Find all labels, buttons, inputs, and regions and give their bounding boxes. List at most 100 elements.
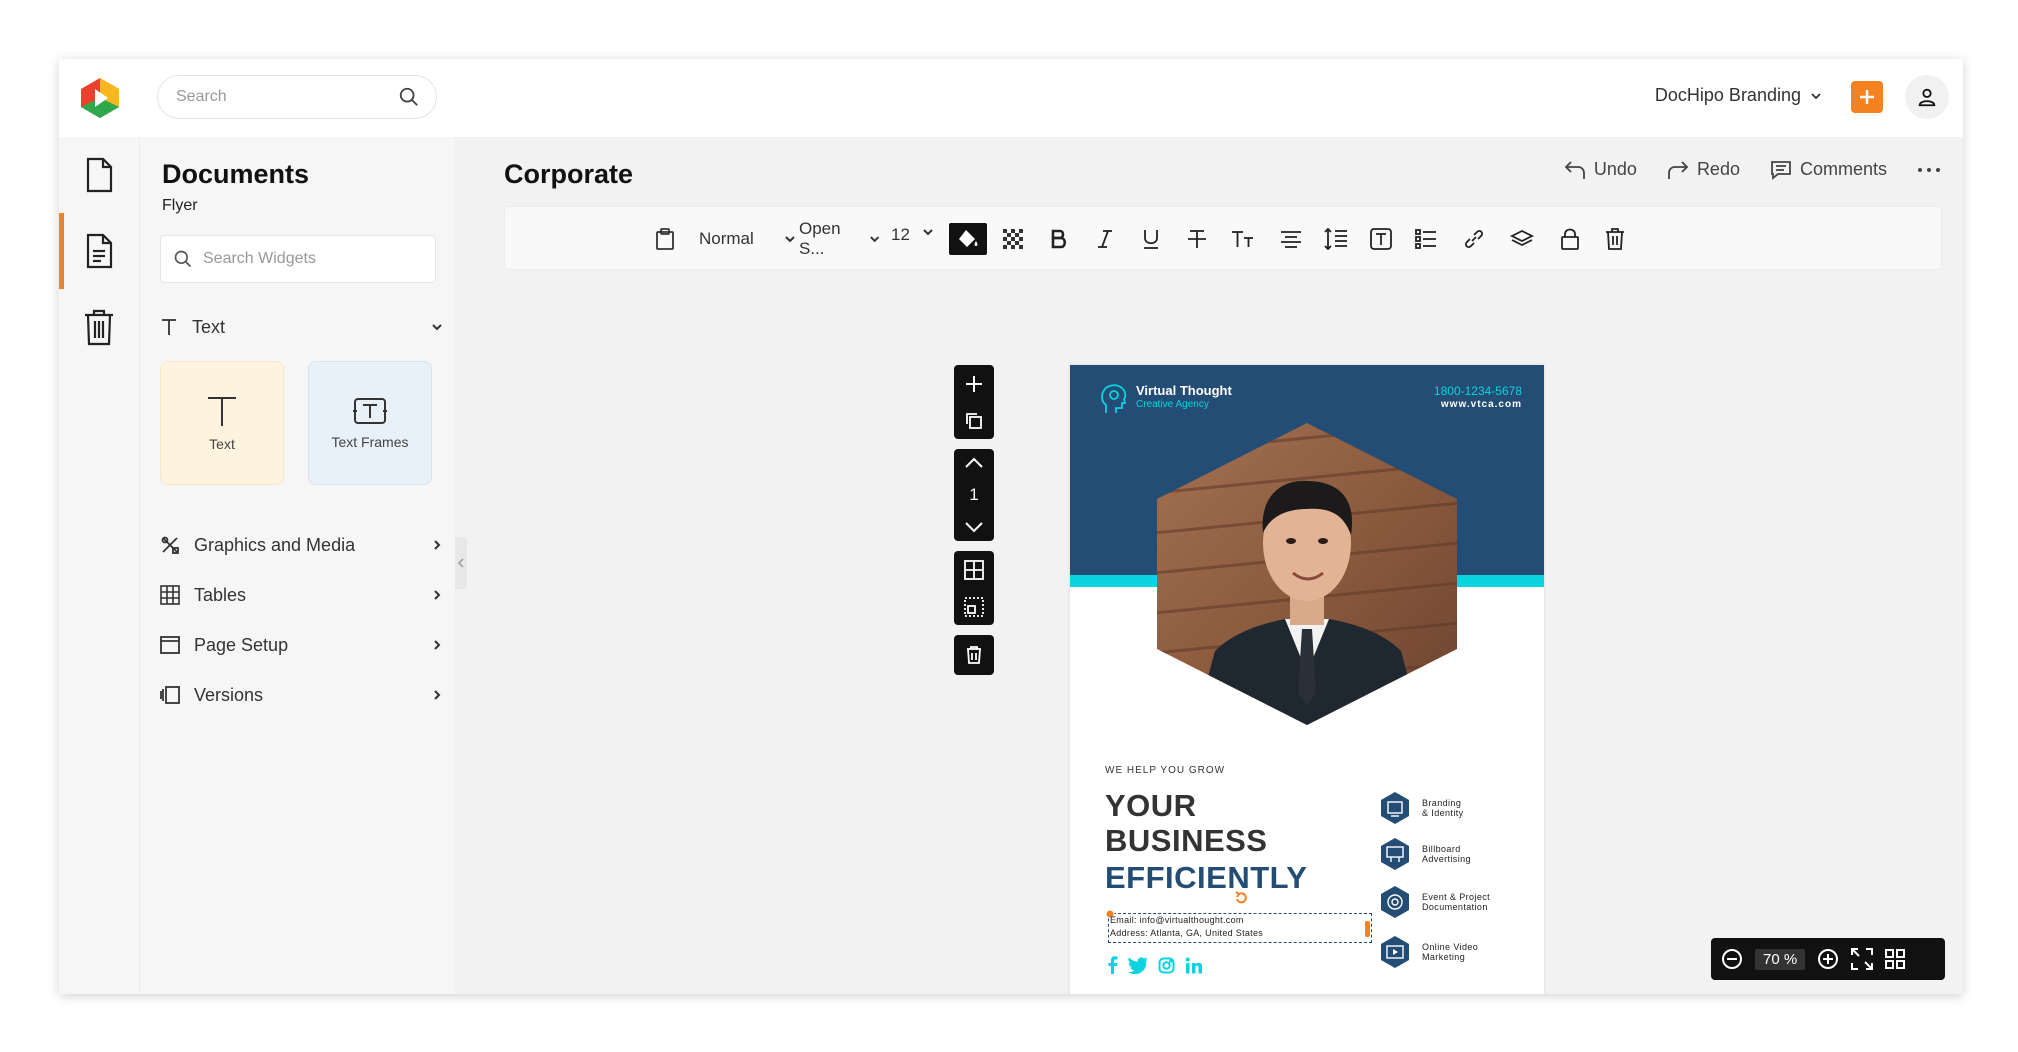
italic-button[interactable] [1089,223,1121,255]
add-page-icon[interactable] [964,374,984,394]
widget-search-input[interactable] [203,250,423,268]
rail-new-document[interactable] [59,137,139,213]
transparency-button[interactable] [997,223,1029,255]
sidebar-section-label: Graphics and Media [194,534,356,555]
line-height-button[interactable] [1320,223,1352,255]
sidebar-section-tables[interactable]: Tables [160,579,444,611]
chevron-down-icon[interactable] [964,521,984,533]
twitter-icon[interactable] [1128,956,1148,974]
chevron-down-icon [869,236,879,243]
flyer-address[interactable]: Address: Atlanta, GA, United States [1110,928,1263,938]
paragraph-style-select[interactable]: Normal [693,223,803,255]
lock-button[interactable] [1554,223,1586,255]
flyer-page[interactable]: Virtual Thought Creative Agency 1800-123… [1070,365,1544,994]
more-options-button[interactable] [1917,167,1941,173]
flyer-kicker[interactable]: WE HELP YOU GROW [1105,765,1225,776]
rotate-handle-icon[interactable] [1234,891,1248,905]
service-line2: Advertising [1422,854,1471,864]
widget-text-frames[interactable]: Text Frames [308,361,432,485]
text-case-button[interactable] [1227,223,1259,255]
fullscreen-icon[interactable] [1851,948,1874,970]
businessman-photo[interactable] [1155,423,1459,725]
bold-icon [1051,229,1067,249]
page-layout-group [954,551,994,625]
zoom-in-icon[interactable] [1817,948,1839,970]
bold-button[interactable] [1043,223,1075,255]
grid-icon[interactable] [964,559,984,580]
flyer-service-billboard[interactable]: Billboard Advertising [1378,837,1528,871]
global-search-input[interactable] [176,88,398,106]
zoom-out-icon[interactable] [1721,948,1743,970]
text-icon [162,319,176,335]
rail-documents[interactable] [59,213,139,289]
flyer-headline-line2[interactable]: BUSINESS [1105,824,1267,858]
chevron-right-icon [434,590,441,600]
rail-trash[interactable] [59,289,139,365]
text-box-button[interactable] [1365,223,1397,255]
sidebar-section-versions[interactable]: Versions [160,679,444,711]
resize-handle-icon[interactable] [1365,921,1371,937]
sidebar-section-page-setup[interactable]: Page Setup [160,629,444,661]
create-new-button[interactable] [1851,81,1883,113]
clipboard-icon [656,228,674,250]
font-size-select[interactable]: 12 [885,223,941,255]
chevron-up-icon[interactable] [964,457,984,469]
text-color-button[interactable] [949,223,987,255]
zoom-level[interactable]: 70 % [1755,948,1806,970]
comments-button[interactable]: Comments [1770,159,1887,180]
undo-button[interactable]: Undo [1564,159,1637,180]
flyer-email[interactable]: Email: info@virtualthought.com [1110,915,1244,925]
flyer-headline-line3[interactable]: EFFICIENTLY [1105,861,1307,895]
flyer-service-video[interactable]: Online Video Marketing [1378,935,1528,969]
search-icon[interactable] [398,86,420,108]
widget-search[interactable] [160,235,436,283]
document-title[interactable]: Corporate [504,159,633,190]
brand-kit-dropdown[interactable]: DocHipo Branding [1655,85,1823,106]
link-button[interactable] [1458,223,1490,255]
layers-button[interactable] [1506,223,1538,255]
facebook-icon[interactable] [1108,956,1118,974]
sidebar-collapse-handle[interactable] [455,537,467,589]
underline-button[interactable] [1135,223,1167,255]
service-line1: Online Video [1422,942,1479,952]
flyer-service-event[interactable]: Event & Project Documentation [1378,885,1528,919]
font-size-value: 12 [891,225,910,244]
flyer-website[interactable]: www.vtca.com [1441,399,1522,410]
select-area-icon[interactable] [964,596,984,617]
user-icon [1918,88,1936,107]
user-avatar[interactable] [1905,75,1949,119]
sidebar-subtitle: Flyer [162,197,198,214]
duplicate-page-icon[interactable] [965,412,983,430]
flyer-headline-line1[interactable]: YOUR [1105,789,1197,823]
paste-button[interactable] [649,223,681,255]
linkedin-icon[interactable] [1185,957,1202,974]
chevron-left-icon [457,558,464,568]
strikethrough-button[interactable] [1181,223,1213,255]
dochipo-logo[interactable] [77,75,123,121]
instagram-icon[interactable] [1158,957,1175,974]
sidebar-section-text[interactable]: Text [160,311,444,343]
flyer-brand-tagline[interactable]: Creative Agency [1136,399,1209,410]
grid-view-icon[interactable] [1885,949,1906,969]
trash-icon [85,309,113,346]
list-button[interactable] [1410,223,1442,255]
sidebar-section-graphics[interactable]: Graphics and Media [160,529,444,561]
left-rail [59,137,139,994]
delete-page-button[interactable] [954,635,994,675]
flyer-service-branding[interactable]: Branding & Identity [1378,791,1528,825]
service-line2: Documentation [1422,902,1488,912]
align-center-button[interactable] [1275,223,1307,255]
document-lines-icon [86,233,113,269]
brand-kit-label: DocHipo Branding [1654,85,1801,105]
global-search[interactable] [157,75,437,119]
flyer-phone[interactable]: 1800-1234-5678 [1434,384,1522,398]
delete-button[interactable] [1599,223,1631,255]
redo-button[interactable]: Redo [1667,159,1740,180]
flyer-brand-name[interactable]: Virtual Thought [1136,383,1232,398]
sidebar-section-label: Tables [194,584,247,605]
sidebar-section-label: Text [192,316,226,337]
brand-head-icon[interactable] [1100,383,1128,415]
widget-text[interactable]: Text [160,361,284,485]
chevron-down-icon [1811,92,1821,99]
font-family-select[interactable]: Open S... [793,219,887,258]
